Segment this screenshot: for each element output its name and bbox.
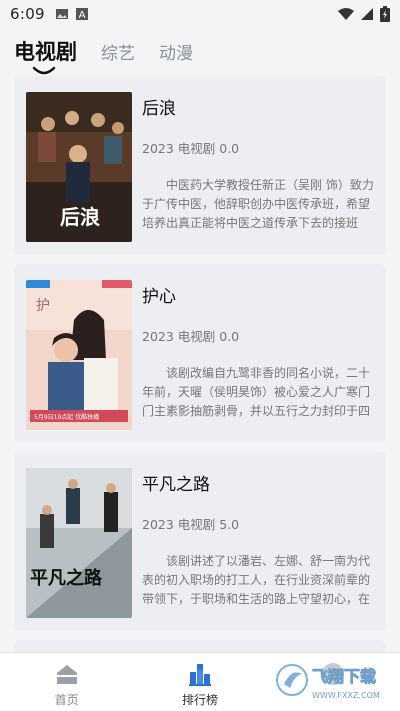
- nav-ranking[interactable]: 排行榜: [133, 653, 266, 711]
- watermark-site: WWW.FXXZ.COM: [312, 691, 380, 700]
- item-title: 平凡之路: [142, 475, 210, 495]
- image-icon: [55, 9, 68, 19]
- signal-icon: [361, 8, 373, 20]
- tab-variety[interactable]: 综艺: [101, 39, 135, 64]
- nav-label: 首页: [54, 693, 79, 707]
- poster-image: 平凡之路: [26, 468, 132, 618]
- svg-text:A: A: [78, 10, 85, 21]
- status-bar: 6:09 A: [0, 0, 400, 28]
- watermark-logo: 飞翔下载 WWW.FXXZ.COM: [276, 664, 380, 700]
- tab-label: 动漫: [159, 43, 193, 64]
- tab-anime[interactable]: 动漫: [159, 39, 193, 64]
- nav-home[interactable]: 首页: [0, 653, 133, 711]
- tab-active-indicator: [32, 66, 56, 75]
- list-item[interactable]: 护 5月9日19点起 优酷独播 护心 2023 电视剧 0.0 该剧改编自九鹭非…: [14, 264, 386, 442]
- watermark-text: 飞翔下载: [312, 667, 376, 686]
- tab-label: 电视剧: [14, 40, 77, 64]
- poster-caption-text: 5月9日19点起 优酷独播: [34, 413, 99, 421]
- poster-image: 护 5月9日19点起 优酷独播: [26, 280, 132, 430]
- tab-label: 综艺: [101, 43, 135, 64]
- item-meta: 2023 电视剧 0.0: [142, 141, 240, 156]
- list-item[interactable]: 后浪 后浪 2023 电视剧 0.0 中医药大学教授任新正（吴刚 饰）致力于广传…: [14, 76, 386, 254]
- list-item[interactable]: 平凡之路 平凡之路 2023 电视剧 5.0 该剧讲述了以潘岩、左娜、舒一南为代…: [14, 452, 386, 630]
- a-icon: A: [75, 8, 88, 21]
- item-meta: 2023 电视剧 5.0: [142, 517, 240, 532]
- poster-title-text: 平凡之路: [30, 567, 103, 589]
- nav-label: 排行榜: [181, 693, 218, 707]
- item-description: 该剧讲述了以潘岩、左娜、舒一南为代表的初入职场的打工人，在行业资深前辈的带领下，…: [142, 554, 371, 606]
- item-description: 中医药大学教授任新正（吴刚 饰）致力于广传中医，他辞职创办中医传承班，希望培养出…: [142, 178, 374, 230]
- ranking-icon: [188, 664, 211, 686]
- tab-tv-series[interactable]: 电视剧: [14, 36, 77, 75]
- status-time: 6:09: [10, 5, 45, 23]
- category-tabs: 电视剧 综艺 动漫: [0, 28, 400, 75]
- item-description: 该剧改编自九鹭非香的同名小说，二十年前，天曜（侯明昊饰）被心爱之人广寒门门主素影…: [142, 366, 371, 418]
- poster-image: 后浪: [26, 92, 132, 242]
- item-meta: 2023 电视剧 0.0: [142, 329, 240, 344]
- item-title: 护心: [142, 287, 176, 307]
- wifi-icon: [338, 8, 354, 20]
- home-icon: [56, 665, 77, 684]
- battery-icon: [380, 6, 390, 22]
- poster-title-text: 后浪: [60, 205, 100, 229]
- svg-text:护: 护: [36, 298, 50, 314]
- item-title: 后浪: [142, 99, 176, 119]
